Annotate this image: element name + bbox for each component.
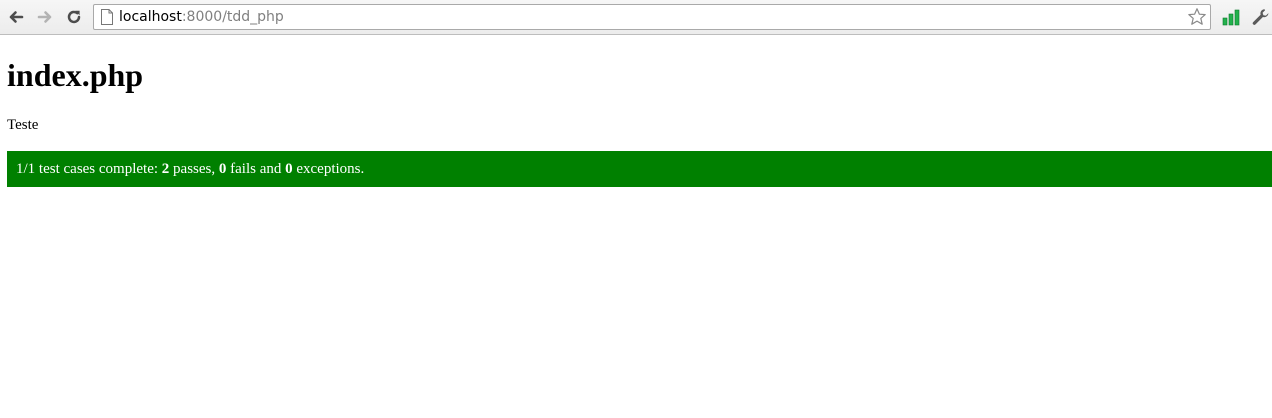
page-title: index.php — [7, 57, 144, 93]
passes-label: passes, — [169, 161, 219, 177]
page-icon — [101, 9, 113, 25]
star-icon[interactable] — [1187, 7, 1207, 27]
fails-label: fails and — [226, 161, 286, 177]
reload-icon — [67, 10, 81, 24]
page-paragraph: Teste — [7, 117, 39, 133]
exceptions-count: 0 — [285, 161, 293, 177]
url-text: localhost:8000/tdd_php — [119, 5, 284, 29]
wrench-icon[interactable] — [1250, 7, 1270, 27]
back-button[interactable] — [5, 6, 27, 28]
forward-arrow-icon — [37, 11, 52, 23]
url-host: localhost — [119, 9, 182, 25]
browser-toolbar: localhost:8000/tdd_php — [0, 0, 1272, 35]
back-arrow-icon — [9, 11, 24, 23]
url-path: :8000/tdd_php — [181, 9, 284, 25]
address-bar[interactable]: localhost:8000/tdd_php — [93, 4, 1211, 30]
reload-button[interactable] — [63, 6, 85, 28]
forward-button[interactable] — [34, 6, 56, 28]
signal-bars-icon[interactable] — [1222, 8, 1240, 26]
exceptions-label: exceptions. — [292, 161, 365, 177]
page-content: index.php Teste 1/1 test cases complete:… — [0, 35, 1272, 418]
test-result-bar: 1/1 test cases complete: 2 passes, 0 fai… — [7, 151, 1272, 187]
result-prefix: 1/1 test cases complete: — [16, 161, 162, 177]
